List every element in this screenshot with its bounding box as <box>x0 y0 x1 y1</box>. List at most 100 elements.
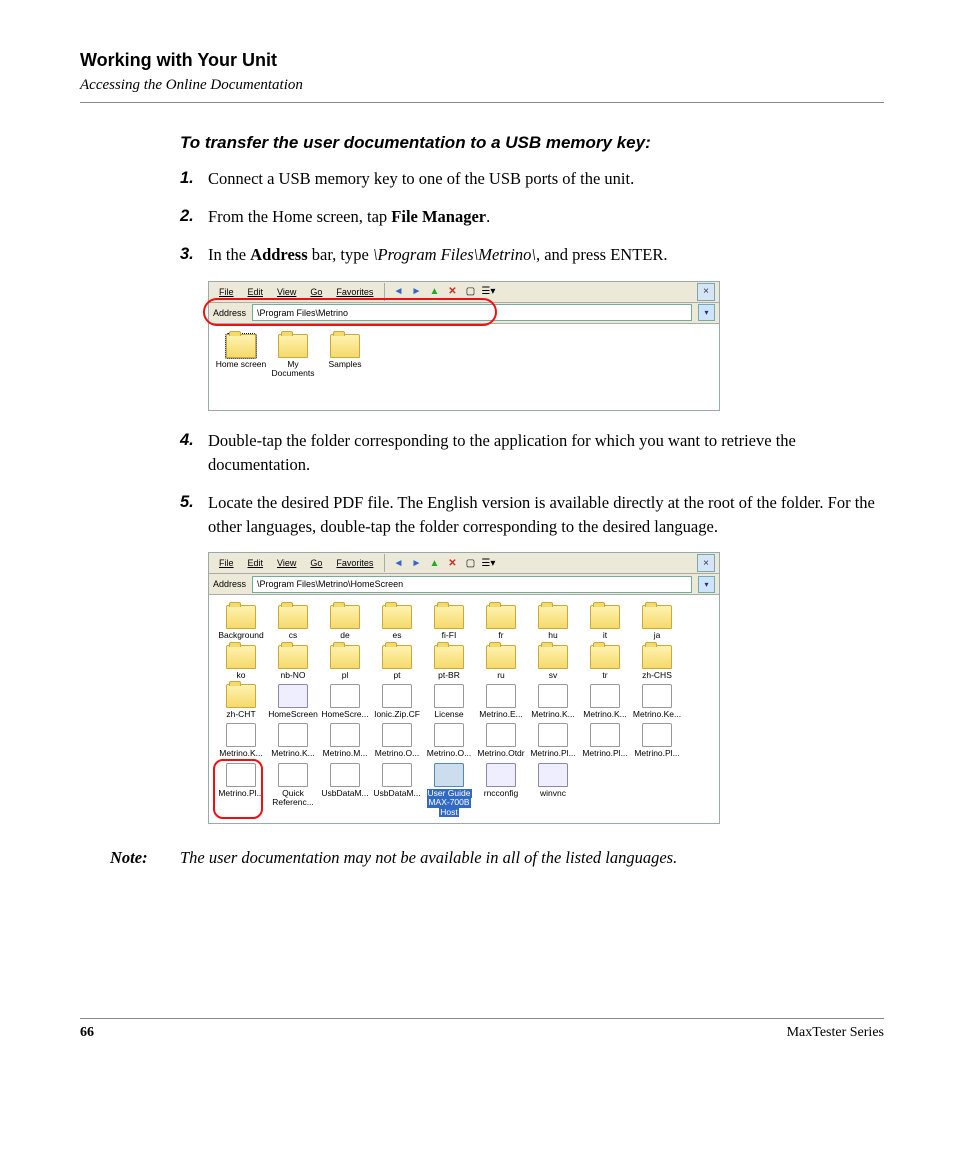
menu-label: File <box>219 558 234 568</box>
folder-item[interactable]: fi-FI <box>423 605 475 640</box>
file-item-selected[interactable]: User GuideMAX-700BHost <box>423 763 475 817</box>
forward-icon[interactable]: ► <box>408 555 424 571</box>
folder-item[interactable]: cs <box>267 605 319 640</box>
step-2: 2. From the Home screen, tap File Manage… <box>180 205 884 229</box>
folder-item[interactable]: Background <box>215 605 267 640</box>
procedure-title: To transfer the user documentation to a … <box>180 133 884 153</box>
file-icon <box>590 684 620 708</box>
file-item[interactable]: UsbDataM... <box>371 763 423 817</box>
back-icon[interactable]: ◄ <box>390 555 406 571</box>
folder-item[interactable]: Samples <box>319 334 371 379</box>
menu-view[interactable]: View <box>271 556 302 570</box>
properties-icon[interactable]: ▢ <box>462 555 478 571</box>
file-item[interactable]: winvnc <box>527 763 579 817</box>
menu-edit[interactable]: Edit <box>242 285 270 299</box>
step-text: Double-tap the folder corresponding to t… <box>208 429 884 477</box>
file-item[interactable]: Ionic.Zip.CF <box>371 684 423 719</box>
file-item[interactable]: Quick Referenc... <box>267 763 319 817</box>
folder-item[interactable]: ja <box>631 605 683 640</box>
folder-item[interactable]: ko <box>215 645 267 680</box>
view-icon[interactable]: ☰▾ <box>480 555 496 571</box>
folder-item[interactable]: fr <box>475 605 527 640</box>
folder-item[interactable]: pl <box>319 645 371 680</box>
menu-edit[interactable]: Edit <box>242 556 270 570</box>
folder-item[interactable]: nb-NO <box>267 645 319 680</box>
properties-icon[interactable]: ▢ <box>462 284 478 300</box>
folder-item[interactable]: pt-BR <box>423 645 475 680</box>
file-item[interactable]: Metrino.K... <box>215 723 267 758</box>
file-item[interactable]: UsbDataM... <box>319 763 371 817</box>
address-dropdown-icon[interactable]: ▾ <box>698 304 715 321</box>
file-item[interactable]: Metrino.O... <box>371 723 423 758</box>
file-item[interactable]: Metrino.K... <box>527 684 579 719</box>
folder-item[interactable]: zh-CHS <box>631 645 683 680</box>
address-field[interactable]: \Program Files\Metrino\HomeScreen <box>252 576 692 593</box>
close-button[interactable]: × <box>697 554 715 572</box>
menu-go[interactable]: Go <box>304 556 328 570</box>
menu-go[interactable]: Go <box>304 285 328 299</box>
file-item[interactable]: Metrino.Pl... <box>631 723 683 758</box>
file-item[interactable]: Metrino.Pl... <box>579 723 631 758</box>
folder-icon <box>434 605 464 629</box>
page-number: 66 <box>80 1025 94 1041</box>
item-label: fr <box>498 630 503 640</box>
address-dropdown-icon[interactable]: ▾ <box>698 576 715 593</box>
folder-item[interactable]: My Documents <box>267 334 319 379</box>
menu-label: Edit <box>248 287 264 297</box>
file-item[interactable]: Metrino.Ke... <box>631 684 683 719</box>
folder-item[interactable]: ru <box>475 645 527 680</box>
folder-item[interactable]: es <box>371 605 423 640</box>
file-item[interactable]: Metrino.Otdr <box>475 723 527 758</box>
delete-icon[interactable]: ✕ <box>444 555 460 571</box>
folder-item[interactable]: sv <box>527 645 579 680</box>
back-icon[interactable]: ◄ <box>390 284 406 300</box>
address-field[interactable]: \Program Files\Metrino <box>252 304 692 321</box>
menu-favorites[interactable]: Favorites <box>330 285 379 299</box>
forward-icon[interactable]: ► <box>408 284 424 300</box>
folder-item[interactable]: Home screen <box>215 334 267 379</box>
file-item[interactable]: Metrino.K... <box>579 684 631 719</box>
file-item[interactable]: Metrino.K... <box>267 723 319 758</box>
file-icon <box>382 763 412 787</box>
menu-file[interactable]: File <box>213 285 240 299</box>
file-icon <box>538 723 568 747</box>
folder-item[interactable]: pt <box>371 645 423 680</box>
file-icon <box>642 684 672 708</box>
folder-item[interactable]: hu <box>527 605 579 640</box>
file-item[interactable]: HomeScreen <box>267 684 319 719</box>
address-value: \Program Files\Metrino\HomeScreen <box>257 579 403 589</box>
item-label: Metrino.K... <box>219 748 262 758</box>
address-label: Address <box>213 308 246 318</box>
menu-favorites[interactable]: Favorites <box>330 556 379 570</box>
delete-icon[interactable]: ✕ <box>444 284 460 300</box>
up-icon[interactable]: ▲ <box>426 284 442 300</box>
callout-ring <box>213 759 263 819</box>
pdf-icon <box>434 763 464 787</box>
folder-item[interactable]: de <box>319 605 371 640</box>
close-button[interactable]: × <box>697 283 715 301</box>
folder-item[interactable]: it <box>579 605 631 640</box>
chapter-title: Working with Your Unit <box>80 50 884 71</box>
folder-item[interactable]: tr <box>579 645 631 680</box>
header-rule <box>80 102 884 103</box>
item-label: Metrino.Pl... <box>530 748 575 758</box>
item-label: pl <box>342 670 349 680</box>
up-icon[interactable]: ▲ <box>426 555 442 571</box>
file-item[interactable]: Metrino.M... <box>319 723 371 758</box>
file-item[interactable]: Metrino.Pl... <box>527 723 579 758</box>
folder-icon <box>538 605 568 629</box>
text-frag: bar, type <box>308 245 373 264</box>
file-item[interactable]: Metrino.E... <box>475 684 527 719</box>
menu-label: Edit <box>248 558 264 568</box>
view-icon[interactable]: ☰▾ <box>480 284 496 300</box>
file-item[interactable]: HomeScre... <box>319 684 371 719</box>
address-bar: Address \Program Files\Metrino\HomeScree… <box>209 574 719 595</box>
main-content: To transfer the user documentation to a … <box>180 133 884 824</box>
item-label: sv <box>549 670 558 680</box>
menu-view[interactable]: View <box>271 285 302 299</box>
file-item[interactable]: rncconfig <box>475 763 527 817</box>
menu-file[interactable]: File <box>213 556 240 570</box>
folder-item[interactable]: zh-CHT <box>215 684 267 719</box>
file-item[interactable]: Metrino.O... <box>423 723 475 758</box>
file-item[interactable]: License <box>423 684 475 719</box>
